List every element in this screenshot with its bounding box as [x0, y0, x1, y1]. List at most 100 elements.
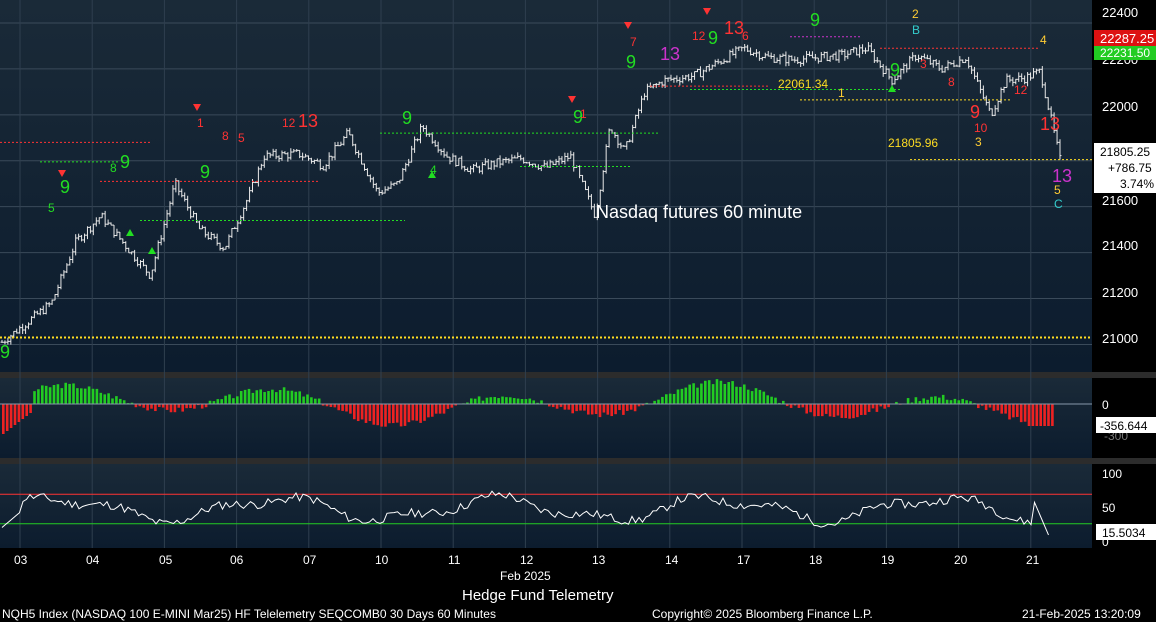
histogram-bar: [181, 404, 184, 412]
histogram-bar: [746, 389, 750, 404]
histogram-bar: [489, 397, 493, 404]
histogram-bar: [731, 381, 734, 404]
histogram-bar: [984, 404, 988, 410]
td-count-label: 5: [48, 201, 55, 215]
histogram-bar: [665, 394, 668, 404]
histogram-bar: [906, 398, 910, 404]
td-count-label: 9: [60, 177, 70, 197]
chart-svg: 9598 9198 512 13 949179 1312 9 1369 2B3891910124…: [0, 0, 1156, 622]
histogram-bar: [754, 388, 758, 404]
histogram-bar: [341, 404, 344, 411]
td-count-label: 9: [0, 342, 10, 362]
histogram-bar: [520, 399, 524, 404]
histogram-bar: [840, 404, 844, 418]
td-count-label: 3: [920, 57, 927, 71]
histogram-bar: [528, 398, 532, 404]
x-tick: 11: [448, 553, 461, 567]
histogram-bar: [676, 389, 680, 404]
histogram-bar: [618, 404, 621, 411]
histogram-bar: [1023, 404, 1027, 422]
histogram-bar: [1035, 404, 1039, 426]
td-count-label: 13: [1040, 114, 1060, 134]
histogram-bar: [1039, 404, 1042, 426]
histogram-bar: [497, 398, 500, 404]
histogram-bar: [657, 399, 660, 404]
histogram-bar: [821, 404, 824, 417]
td-count-label: 9: [890, 60, 900, 80]
histogram-bar: [801, 404, 805, 408]
histogram-bar: [60, 388, 64, 404]
chart-annotation: Nasdaq futures 60 minute: [596, 202, 802, 222]
histogram-bar: [938, 397, 941, 404]
td-count-label: 3: [975, 135, 982, 149]
level-label: 21805.96: [888, 136, 938, 150]
rsi-tick: 50: [1102, 501, 1116, 515]
panel-divider[interactable]: [0, 372, 1156, 378]
histogram-bar: [567, 404, 571, 410]
histogram-bar: [360, 404, 364, 420]
histogram-bar: [735, 386, 738, 404]
histogram-bar: [286, 390, 290, 404]
histogram-bar: [828, 404, 832, 417]
td-count-label: 5: [238, 131, 245, 145]
study-title: Hedge Fund Telemetry: [462, 587, 614, 604]
histogram-bar: [957, 400, 961, 404]
histogram-bar: [1012, 404, 1015, 418]
histogram-bar: [372, 404, 376, 425]
histogram-bar: [844, 404, 847, 419]
td-count-label: 9: [120, 152, 130, 172]
histogram-bar: [263, 392, 266, 404]
footer-security: NQH5 Index (NASDAQ 100 E-MINI Mar25) HF …: [2, 607, 496, 621]
histogram-bar: [9, 404, 13, 428]
histogram-bar: [91, 388, 95, 404]
histogram-bar: [1047, 404, 1050, 426]
histogram-bar: [602, 404, 606, 413]
osc-zero-tick: 0: [1102, 398, 1109, 412]
histogram-bar: [353, 404, 356, 420]
histogram-bar: [251, 392, 255, 404]
histogram-bar: [259, 389, 262, 404]
histogram-bar: [606, 404, 610, 415]
y-tick: 21400: [1102, 238, 1138, 253]
histogram-bar: [762, 391, 766, 404]
histogram-bar: [930, 396, 933, 404]
histogram-bar: [384, 404, 387, 427]
histogram-bar: [512, 398, 516, 404]
histogram-bar: [419, 404, 422, 423]
histogram-bar: [922, 398, 925, 404]
histogram-bar: [680, 388, 684, 404]
histogram-bar: [434, 404, 438, 414]
histogram-bar: [200, 404, 204, 409]
histogram-bar: [364, 404, 368, 423]
histogram-bar: [438, 404, 442, 414]
histogram-bar: [267, 391, 270, 404]
histogram-bar: [119, 398, 122, 404]
histogram-bar: [711, 384, 715, 404]
histogram-bar: [232, 398, 235, 404]
panel-divider[interactable]: [0, 458, 1156, 464]
y-tick: 21200: [1102, 285, 1138, 300]
histogram-bar: [48, 387, 52, 404]
histogram-bar: [146, 404, 149, 411]
histogram-bar: [442, 404, 446, 414]
histogram-bar: [719, 380, 723, 404]
x-tick: 21: [1026, 553, 1040, 567]
histogram-bar: [278, 390, 282, 404]
histogram-bar: [314, 398, 317, 404]
histogram-bar: [431, 404, 434, 417]
histogram-bar: [169, 404, 173, 413]
histogram-bar: [388, 404, 391, 424]
td-count-label: C: [1054, 197, 1063, 211]
x-tick: 03: [14, 553, 28, 567]
histogram-bar: [306, 394, 309, 404]
histogram-bar: [302, 396, 305, 404]
prev-level-label: 22231.50: [1100, 46, 1150, 60]
td-count-label: 9: [810, 10, 820, 30]
histogram-bar: [247, 388, 251, 404]
histogram-bar: [961, 398, 964, 404]
histogram-bar: [103, 394, 106, 404]
histogram-bar: [501, 396, 504, 404]
histogram-bar: [21, 404, 25, 419]
histogram-bar: [743, 384, 746, 404]
histogram-bar: [848, 404, 851, 419]
